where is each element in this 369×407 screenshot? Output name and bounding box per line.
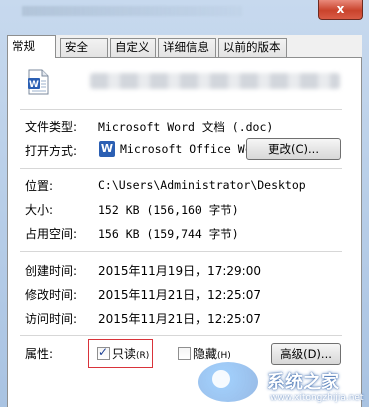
title-bar: x	[0, 0, 369, 24]
separator	[20, 251, 342, 252]
attributes-label: 属性:	[25, 347, 54, 361]
location-value: C:\Users\Administrator\Desktop	[98, 178, 306, 192]
open-with-label: 打开方式:	[25, 144, 78, 158]
watermark-text: 系统之家	[267, 372, 339, 393]
watermark-logo-icon	[198, 362, 258, 402]
separator	[20, 109, 342, 110]
accessed-label: 访问时间:	[25, 312, 78, 326]
size-on-disk-value: 156 KB (159,744 字节)	[98, 227, 239, 241]
watermark-url: www.xitongzhijia.net	[270, 393, 364, 403]
size-value: 152 KB (156,160 字节)	[98, 203, 239, 217]
accessed-value: 2015年11月21日，12:25:07	[98, 312, 261, 326]
open-with-value: Microsoft Office Wc	[120, 142, 252, 156]
readonly-label[interactable]: 只读(R)	[112, 345, 149, 362]
blurred-title	[22, 6, 242, 16]
separator	[20, 335, 342, 336]
tab-security[interactable]: 安全	[60, 38, 108, 57]
file-type-label: 文件类型:	[25, 120, 78, 134]
hidden-checkbox[interactable]	[178, 347, 191, 360]
created-value: 2015年11月19日，17:29:00	[98, 264, 261, 278]
hidden-label[interactable]: 隐藏(H)	[193, 345, 231, 362]
word-app-icon: W	[99, 141, 115, 157]
tab-general[interactable]: 常规	[7, 35, 56, 58]
size-label: 大小:	[25, 203, 54, 217]
modified-value: 2015年11月21日，12:25:07	[98, 288, 261, 302]
modified-label: 修改时间:	[25, 288, 78, 302]
svg-text:W: W	[29, 80, 39, 90]
blurred-filename	[90, 73, 340, 89]
created-label: 创建时间:	[25, 264, 78, 278]
size-on-disk-label: 占用空间:	[25, 227, 78, 241]
tab-details[interactable]: 详细信息	[158, 38, 216, 57]
word-document-icon: W	[28, 69, 49, 95]
tab-previous-versions[interactable]: 以前的版本	[218, 38, 287, 57]
separator	[20, 168, 342, 169]
advanced-button[interactable]: 高级(D)...	[271, 343, 341, 365]
close-button[interactable]: x	[318, 0, 363, 20]
change-button[interactable]: 更改(C)...	[246, 138, 341, 160]
file-type-value: Microsoft Word 文档 (.doc)	[98, 120, 274, 134]
tab-strip: 常规 安全 自定义 详细信息 以前的版本	[7, 35, 362, 58]
location-label: 位置:	[25, 179, 54, 193]
readonly-checkbox[interactable]	[97, 345, 110, 360]
tab-custom[interactable]: 自定义	[110, 38, 156, 57]
